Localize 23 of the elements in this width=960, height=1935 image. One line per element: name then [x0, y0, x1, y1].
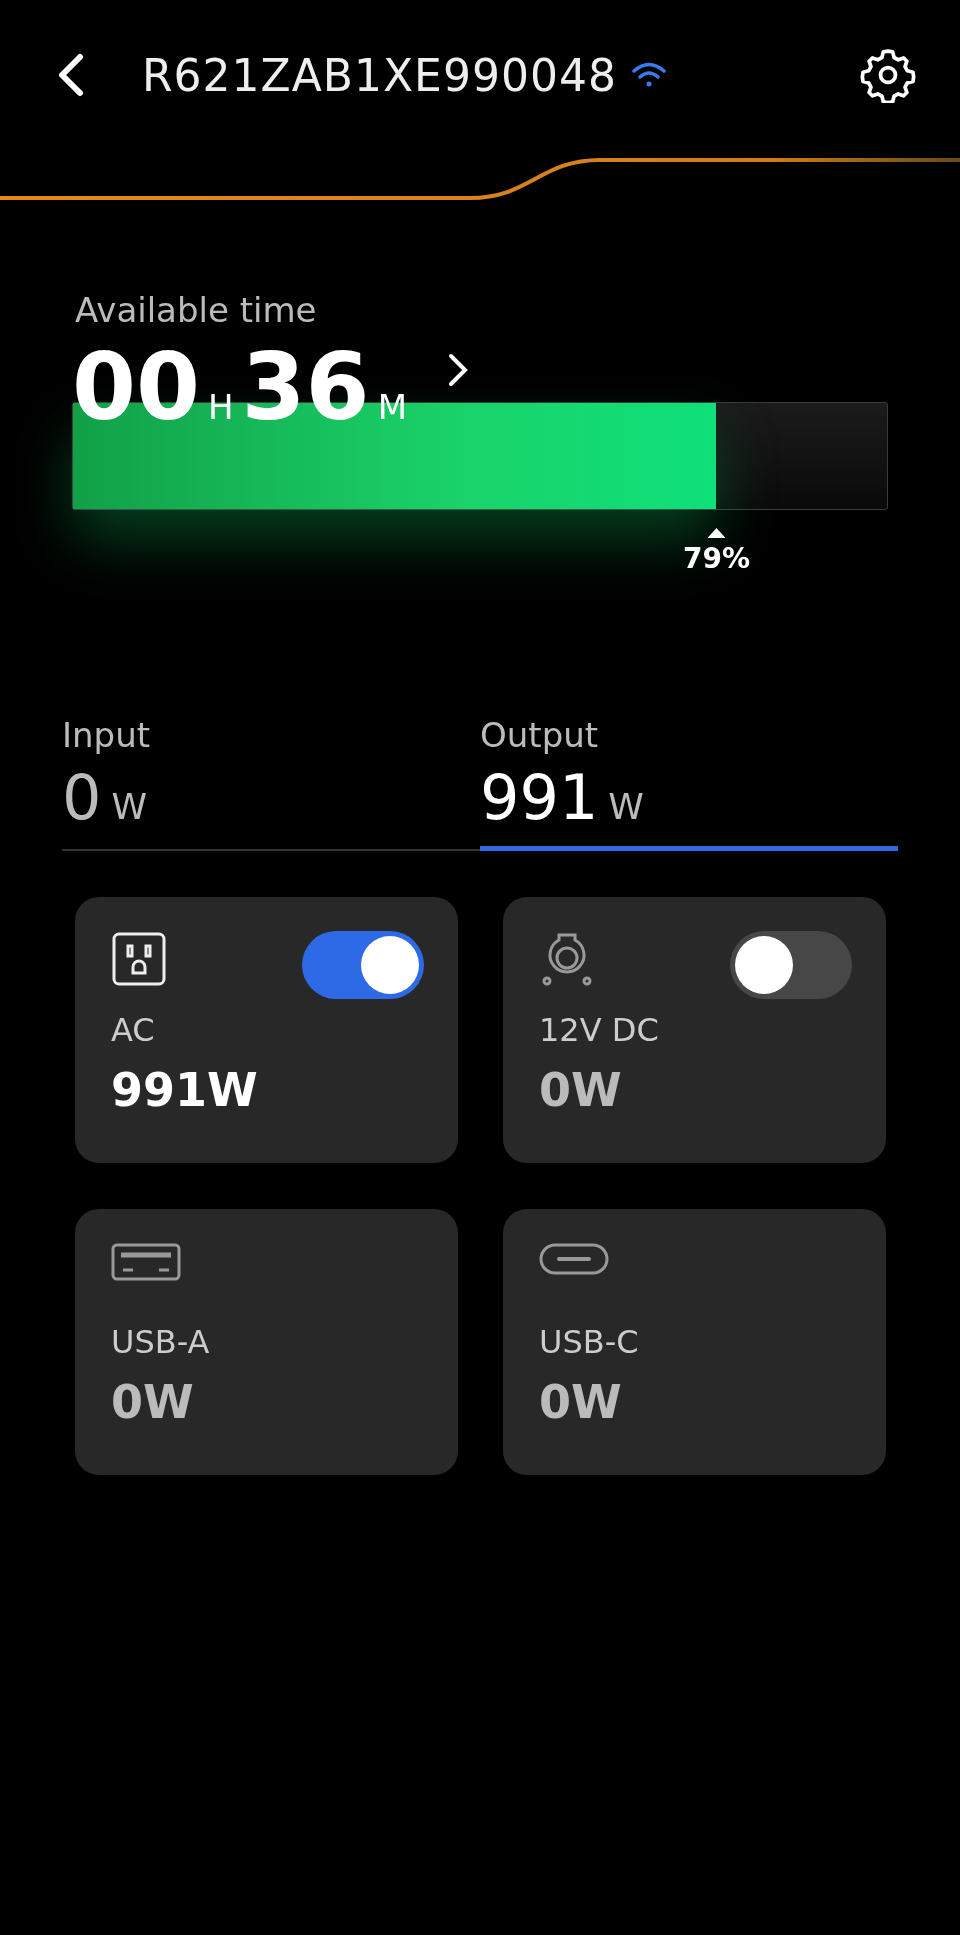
- power-tab[interactable]: Output 991 W: [480, 715, 898, 851]
- available-time-label: Available time: [75, 290, 318, 330]
- port-label: AC: [111, 1011, 156, 1049]
- settings-icon[interactable]: [860, 47, 916, 103]
- port-wattage: 991W: [111, 1063, 259, 1117]
- port-label: USB-C: [539, 1323, 640, 1361]
- port-card[interactable]: 12V DC 0W: [503, 897, 886, 1163]
- port-label: 12V DC: [539, 1011, 660, 1049]
- marker-icon: [707, 528, 726, 538]
- port-wattage: 0W: [539, 1375, 623, 1429]
- power-tab[interactable]: Input 0 W: [62, 715, 480, 851]
- battery-percentage: 79%: [683, 542, 751, 575]
- usb-a-icon: [111, 1243, 181, 1281]
- chevron-icon[interactable]: [447, 352, 469, 388]
- port-label: USB-A: [111, 1323, 211, 1361]
- port-wattage: 0W: [111, 1375, 195, 1429]
- outlet-icon: [111, 931, 167, 987]
- port-wattage: 0W: [539, 1063, 623, 1117]
- port-card[interactable]: USB-C 0W: [503, 1209, 886, 1475]
- port-card[interactable]: USB-A 0W: [75, 1209, 458, 1475]
- port-card[interactable]: AC 991W: [75, 897, 458, 1163]
- device-title: R621ZAB1XE990048: [142, 49, 617, 101]
- usb-c-icon: [539, 1243, 609, 1275]
